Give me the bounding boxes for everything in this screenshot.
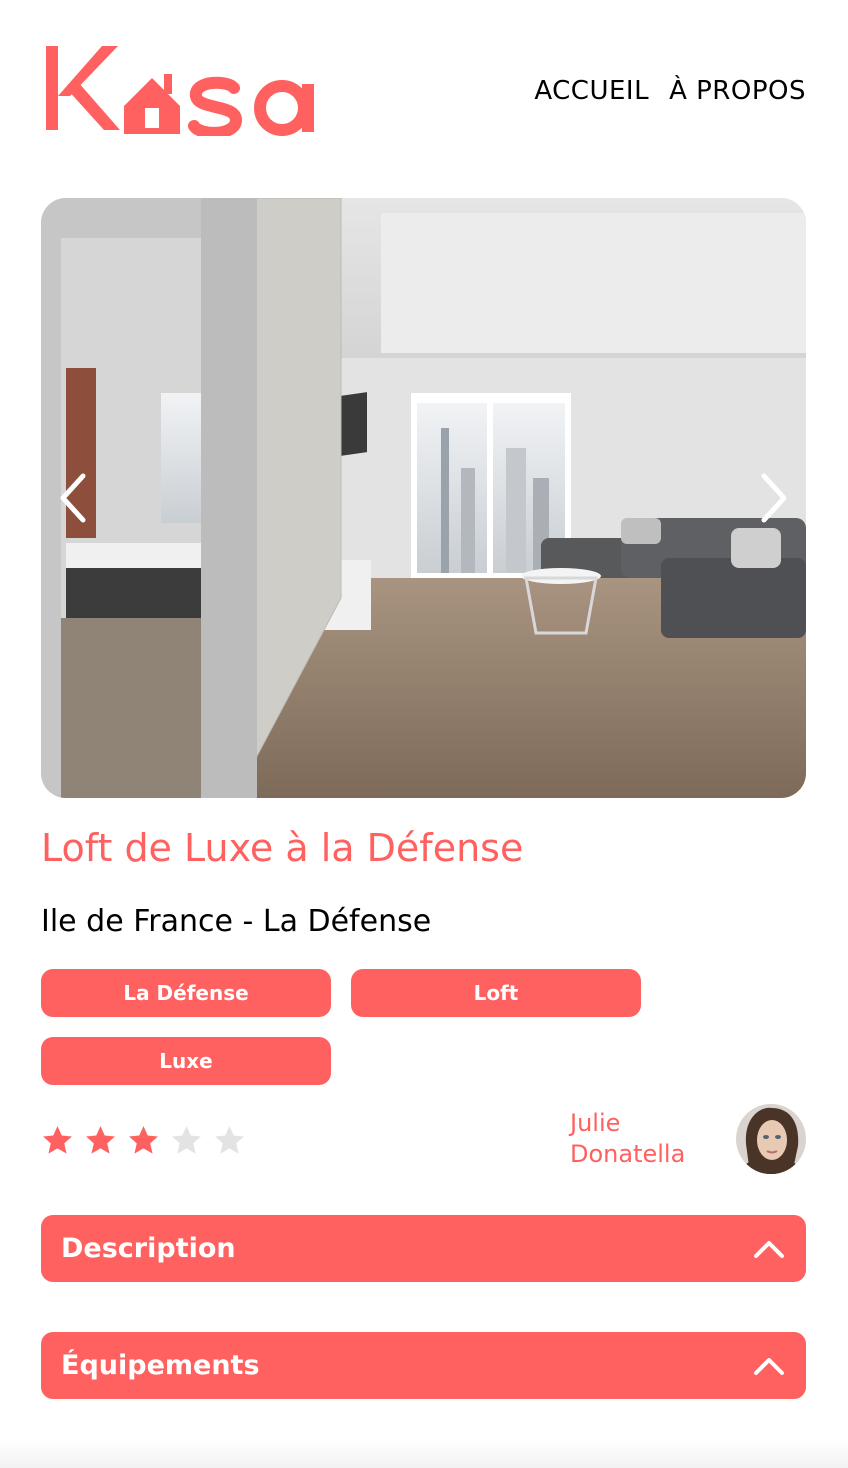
- apartment-photo: [41, 198, 806, 798]
- avatar: [736, 1104, 806, 1174]
- star-filled-icon: [129, 1126, 158, 1154]
- star-empty-icon: [215, 1126, 244, 1154]
- equipments-collapse[interactable]: Équipements: [41, 1332, 806, 1399]
- photo-carousel: [41, 198, 806, 798]
- tag-list: La Défense Loft Luxe: [41, 969, 661, 1085]
- description-collapse[interactable]: Description: [41, 1215, 806, 1282]
- host-name: Julie Donatella: [570, 1108, 700, 1170]
- star-filled-icon: [43, 1126, 72, 1154]
- star-filled-icon: [86, 1126, 115, 1154]
- chevron-up-icon[interactable]: [752, 1238, 786, 1260]
- tag-item: Luxe: [41, 1037, 331, 1085]
- host-last-name: Donatella: [570, 1140, 686, 1168]
- nav-home-link[interactable]: ACCUEIL: [534, 76, 649, 106]
- star-empty-icon: [172, 1126, 201, 1154]
- description-label: Description: [61, 1233, 236, 1264]
- tag-item: La Défense: [41, 969, 331, 1017]
- house-icon: [124, 74, 180, 134]
- chevron-up-icon[interactable]: [752, 1355, 786, 1377]
- listing-title: Loft de Luxe à la Défense: [41, 826, 524, 870]
- main-nav: ACCUEIL À PROPOS: [534, 76, 806, 106]
- chevron-left-icon[interactable]: [53, 468, 93, 528]
- host-first-name: Julie: [570, 1109, 621, 1137]
- tag-item: Loft: [351, 969, 641, 1017]
- rating-stars: [41, 1124, 246, 1157]
- page-bottom-edge: [0, 1440, 848, 1468]
- nav-about-link[interactable]: À PROPOS: [669, 76, 806, 106]
- listing-location: Ile de France - La Défense: [41, 904, 432, 939]
- kasa-logo[interactable]: [44, 44, 319, 136]
- equipments-label: Équipements: [61, 1350, 260, 1381]
- host-card: Julie Donatella: [570, 1104, 806, 1174]
- chevron-right-icon[interactable]: [754, 468, 794, 528]
